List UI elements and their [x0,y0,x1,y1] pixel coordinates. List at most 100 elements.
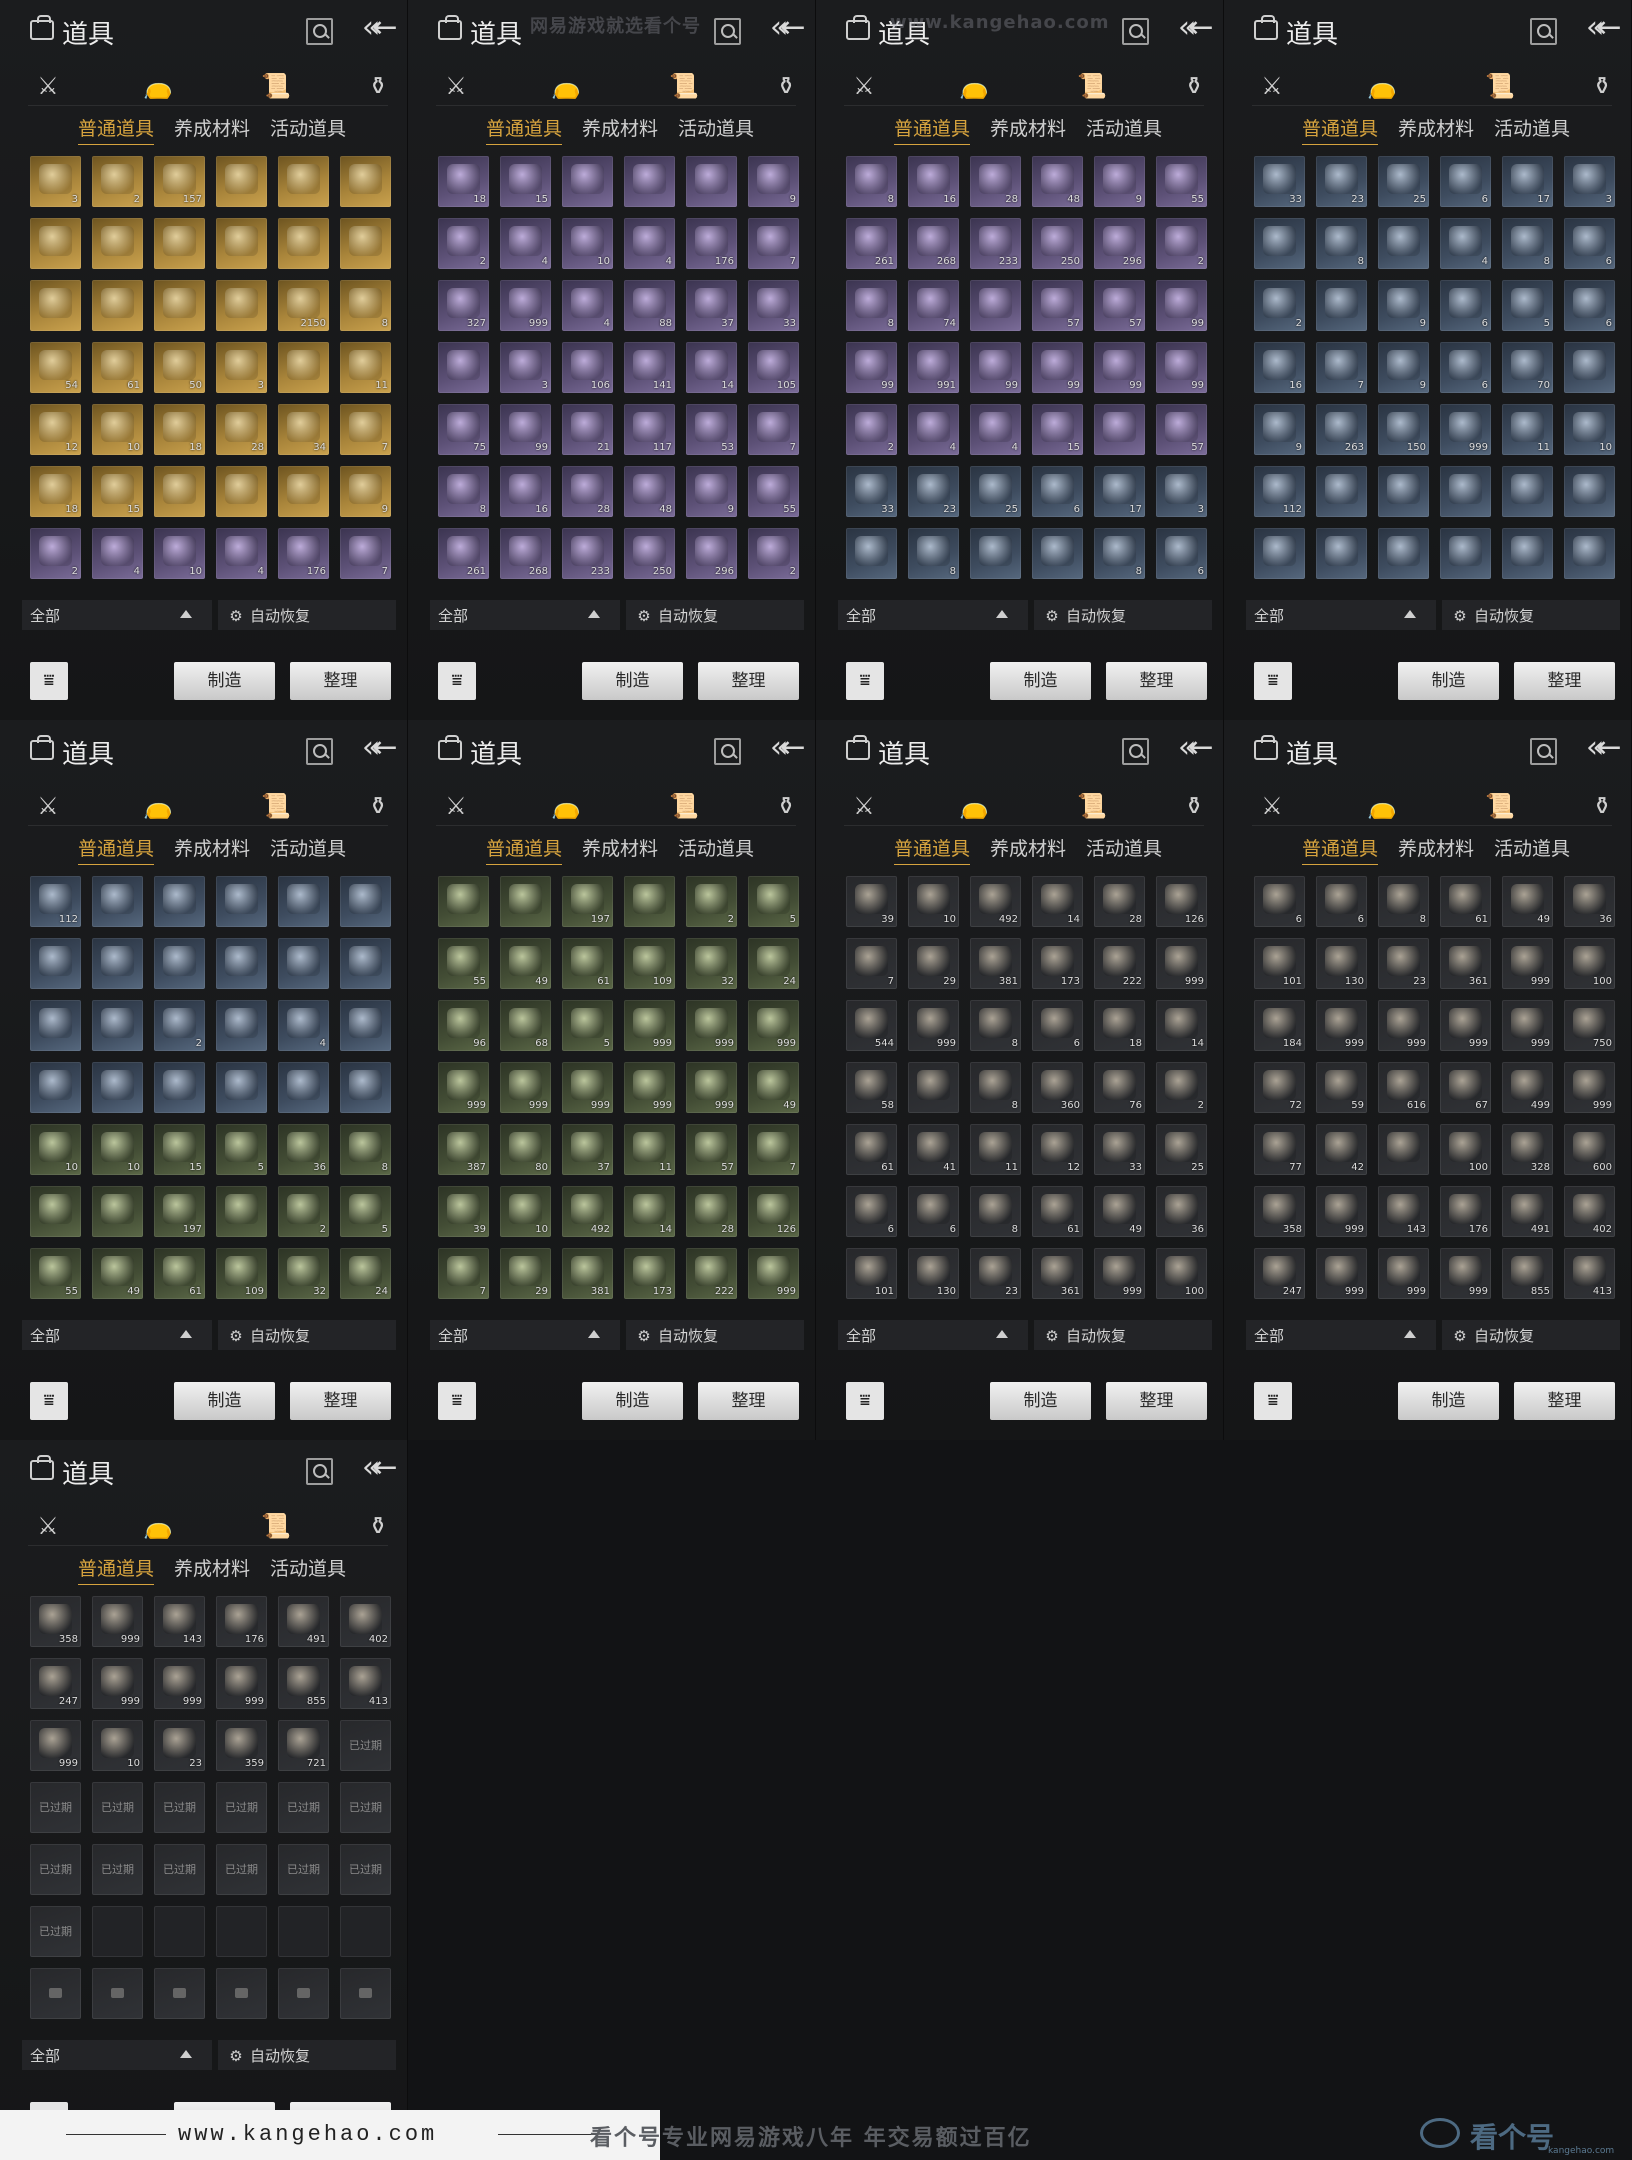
inventory-slot[interactable]: 8 [970,1186,1021,1237]
inventory-slot[interactable]: 10 [1564,404,1615,455]
tab-item[interactable]: 活动道具 [270,114,346,141]
filter-sort-button[interactable]: ⩸ [1254,1382,1292,1420]
inventory-slot[interactable]: 999 [1440,404,1491,455]
tab-item[interactable]: 活动道具 [1494,834,1570,861]
inventory-slot[interactable]: 6 [1564,218,1615,269]
inventory-slot[interactable]: 999 [1094,1248,1145,1299]
filter-dropdown[interactable]: 全部 [1246,600,1436,630]
inventory-slot[interactable]: 6 [1032,466,1083,517]
inventory-slot[interactable]: 157 [154,156,205,207]
inventory-slot[interactable] [1254,528,1305,579]
inventory-slot[interactable]: 48 [1032,156,1083,207]
inventory-slot[interactable]: 28 [970,156,1021,207]
inventory-slot[interactable]: 4 [500,218,551,269]
inventory-slot[interactable]: 3 [1564,156,1615,207]
inventory-slot[interactable]: 8 [1316,218,1367,269]
inventory-slot[interactable]: 21 [562,404,613,455]
inventory-slot[interactable]: 2 [154,1000,205,1051]
inventory-slot[interactable]: 10 [908,876,959,927]
tab-item[interactable]: 养成材料 [990,114,1066,141]
inventory-slot[interactable] [278,218,329,269]
inventory-slot[interactable]: 4 [1440,218,1491,269]
inventory-slot[interactable] [216,1906,267,1957]
inventory-slot[interactable]: 已过期 [30,1782,81,1833]
inventory-slot[interactable]: 18 [1094,1000,1145,1051]
inventory-slot[interactable]: 106 [562,342,613,393]
category-gold-pouch-icon[interactable]: 👝 [1362,790,1402,822]
inventory-slot[interactable]: 9 [1094,156,1145,207]
inventory-slot[interactable] [1502,466,1553,517]
inventory-slot[interactable] [154,938,205,989]
filter-dropdown[interactable]: 全部 [1246,1320,1436,1350]
inventory-slot[interactable]: 381 [970,938,1021,989]
inventory-slot[interactable] [30,1000,81,1051]
inventory-slot[interactable]: 36 [1564,876,1615,927]
inventory-slot[interactable]: 11 [970,1124,1021,1175]
inventory-slot[interactable]: 4 [92,528,143,579]
category-crossed-swords-icon[interactable]: ⚔ [28,790,68,822]
inventory-slot[interactable]: 6 [1156,528,1207,579]
inventory-slot[interactable]: 36 [1156,1186,1207,1237]
filter-dropdown[interactable]: 全部 [430,1320,620,1350]
collapse-arrow-icon[interactable]: «← [1586,10,1621,45]
tab-item[interactable]: 养成材料 [174,114,250,141]
inventory-slot[interactable] [1316,528,1367,579]
inventory-slot[interactable]: 5 [748,876,799,927]
inventory-slot[interactable]: 39 [438,1186,489,1237]
inventory-slot[interactable]: 999 [562,1062,613,1113]
inventory-slot[interactable]: 12 [1032,1124,1083,1175]
inventory-slot[interactable] [30,280,81,331]
inventory-slot[interactable]: 999 [1378,1000,1429,1051]
inventory-slot[interactable]: 2 [846,404,897,455]
sort-button[interactable]: 整理 [290,662,391,700]
inventory-slot[interactable]: 999 [1440,1248,1491,1299]
inventory-slot[interactable]: 49 [500,938,551,989]
inventory-slot[interactable]: 999 [500,1062,551,1113]
inventory-slot[interactable] [278,342,329,393]
inventory-slot[interactable]: 17 [1502,156,1553,207]
inventory-slot[interactable]: 已过期 [92,1844,143,1895]
auto-restore-toggle[interactable]: ⚙ 自动恢复 [626,1320,804,1350]
category-gourd-icon[interactable]: ⚱ [766,790,806,822]
category-crossed-swords-icon[interactable]: ⚔ [1252,790,1292,822]
inventory-slot[interactable]: 72 [1254,1062,1305,1113]
inventory-slot[interactable] [1378,528,1429,579]
inventory-slot[interactable]: 7 [748,218,799,269]
inventory-slot[interactable]: 76 [1094,1062,1145,1113]
inventory-slot[interactable]: 491 [1502,1186,1553,1237]
inventory-slot[interactable]: 999 [1502,1000,1553,1051]
inventory-slot[interactable]: 492 [970,876,1021,927]
inventory-slot[interactable] [562,156,613,207]
inventory-slot[interactable]: 4 [216,528,267,579]
inventory-slot[interactable]: 112 [30,876,81,927]
inventory-slot[interactable]: 250 [1032,218,1083,269]
inventory-slot[interactable]: 176 [686,218,737,269]
inventory-slot[interactable]: 7 [340,528,391,579]
inventory-slot[interactable]: 15 [500,156,551,207]
craft-button[interactable]: 制造 [990,1382,1091,1420]
collapse-arrow-icon[interactable]: «← [1178,10,1213,45]
inventory-slot[interactable]: 99 [500,404,551,455]
auto-restore-toggle[interactable]: ⚙ 自动恢复 [218,1320,396,1350]
inventory-slot[interactable]: 33 [846,466,897,517]
inventory-slot[interactable]: 112 [1254,466,1305,517]
inventory-slot[interactable]: 101 [1254,938,1305,989]
collapse-arrow-icon[interactable]: «← [1586,730,1621,765]
inventory-slot[interactable] [1378,218,1429,269]
inventory-slot[interactable]: 143 [154,1596,205,1647]
inventory-slot[interactable]: 48 [624,466,675,517]
category-gourd-icon[interactable]: ⚱ [1174,790,1214,822]
filter-sort-button[interactable]: ⩸ [438,1382,476,1420]
inventory-slot[interactable]: 33 [1254,156,1305,207]
inventory-slot[interactable]: 99 [846,342,897,393]
inventory-slot[interactable]: 381 [562,1248,613,1299]
inventory-slot[interactable]: 11 [1502,404,1553,455]
category-gold-pouch-icon[interactable]: 👝 [138,70,178,102]
inventory-slot[interactable] [624,876,675,927]
inventory-slot[interactable]: 10 [30,1124,81,1175]
inventory-slot[interactable] [1316,466,1367,517]
inventory-slot[interactable] [278,1906,329,1957]
filter-dropdown[interactable]: 全部 [22,2040,212,2070]
search-icon[interactable] [1122,18,1149,45]
auto-restore-toggle[interactable]: ⚙ 自动恢复 [1442,600,1620,630]
